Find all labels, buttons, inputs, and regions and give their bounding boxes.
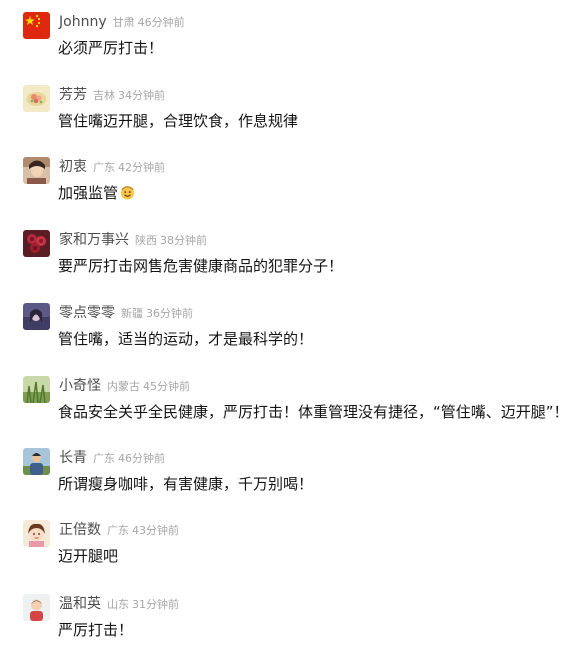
person-outdoor-avatar bbox=[23, 448, 50, 475]
comment-item: 长青 广东 46分钟前 所谓瘦身咖啡，有害健康，千万别喝！ bbox=[0, 448, 561, 508]
location: 新疆 bbox=[121, 307, 143, 320]
comment-meta: 小奇怪 内蒙古 45分钟前 bbox=[59, 376, 190, 394]
username[interactable]: 小奇怪 bbox=[59, 378, 101, 394]
comment-item: 小奇怪 内蒙古 45分钟前 食品安全关乎全民健康，严厉打击！体重管理没有捷径，“管住… bbox=[0, 376, 561, 436]
location: 广东 bbox=[107, 524, 129, 537]
smiling-face-icon bbox=[120, 186, 135, 200]
purple-portrait-avatar bbox=[23, 303, 50, 330]
comment-item: 初衷 广东 42分钟前 加强监管 bbox=[0, 157, 561, 217]
location: 陕西 bbox=[135, 234, 157, 247]
avatar[interactable] bbox=[23, 157, 50, 184]
comment-text: 加强监管 bbox=[58, 183, 135, 203]
timestamp: 31分钟前 bbox=[132, 598, 179, 611]
grass-avatar bbox=[23, 376, 50, 403]
username[interactable]: 长青 bbox=[59, 450, 87, 466]
comment-text: 要严厉打击网售危害健康商品的犯罪分子！ bbox=[58, 257, 344, 275]
cartoon-girl-avatar bbox=[23, 520, 50, 547]
avatar[interactable] bbox=[23, 12, 50, 39]
username[interactable]: 家和万事兴 bbox=[59, 232, 129, 248]
timestamp: 36分钟前 bbox=[146, 307, 193, 320]
username[interactable]: 芳芳 bbox=[59, 87, 87, 103]
comment-text: 管住嘴，适当的运动，才是最科学的！ bbox=[58, 330, 314, 348]
avatar[interactable] bbox=[23, 594, 50, 621]
location: 吉林 bbox=[93, 89, 115, 102]
portrait-avatar bbox=[23, 157, 50, 184]
timestamp: 45分钟前 bbox=[143, 380, 190, 393]
username[interactable]: Johnny bbox=[59, 14, 107, 30]
comment-text: 所谓瘦身咖啡，有害健康，千万别喝！ bbox=[58, 475, 314, 493]
comment-meta: Johnny 甘肃 46分钟前 bbox=[59, 12, 185, 30]
location: 内蒙古 bbox=[107, 380, 140, 393]
comment-meta: 芳芳 吉林 34分钟前 bbox=[59, 85, 165, 103]
comment-item: 温和英 山东 31分钟前 严厉打击！ bbox=[0, 594, 561, 654]
comment-item: 正倍数 广东 43分钟前 迈开腿吧 bbox=[0, 520, 561, 580]
comment-meta: 温和英 山东 31分钟前 bbox=[59, 594, 179, 612]
avatar[interactable] bbox=[23, 520, 50, 547]
comment-text: 迈开腿吧 bbox=[58, 547, 119, 565]
location: 山东 bbox=[107, 598, 129, 611]
child-avatar bbox=[23, 594, 50, 621]
comment-meta: 正倍数 广东 43分钟前 bbox=[59, 520, 179, 538]
comment-meta: 家和万事兴 陕西 38分钟前 bbox=[59, 230, 207, 248]
comment-list: Johnny 甘肃 46分钟前 必须严厉打击！ 芳芳 吉林 34分钟前 管住嘴迈开腿，合… bbox=[0, 0, 561, 639]
comment-item: 芳芳 吉林 34分钟前 管住嘴迈开腿，合理饮食，作息规律 bbox=[0, 85, 561, 145]
comment-meta: 初衷 广东 42分钟前 bbox=[59, 157, 165, 175]
comment-meta: 零点零零 新疆 36分钟前 bbox=[59, 303, 193, 321]
avatar[interactable] bbox=[23, 448, 50, 475]
comment-text: 食品安全关乎全民健康，严厉打击！体重管理没有捷径，“管住嘴、迈开腿”！ bbox=[58, 403, 561, 421]
china-flag-icon bbox=[23, 12, 50, 39]
location: 广东 bbox=[93, 452, 115, 465]
comment-text-content: 加强监管 bbox=[58, 184, 119, 202]
timestamp: 38分钟前 bbox=[160, 234, 207, 247]
comment-item: Johnny 甘肃 46分钟前 必须严厉打击！ bbox=[0, 12, 561, 72]
username[interactable]: 正倍数 bbox=[59, 522, 101, 538]
comment-item: 零点零零 新疆 36分钟前 管住嘴，适当的运动，才是最科学的！ bbox=[0, 303, 561, 363]
username[interactable]: 温和英 bbox=[59, 596, 101, 612]
location: 甘肃 bbox=[112, 16, 135, 29]
username[interactable]: 零点零零 bbox=[59, 305, 115, 321]
comment-text: 管住嘴迈开腿，合理饮食，作息规律 bbox=[58, 112, 299, 130]
timestamp: 46分钟前 bbox=[137, 16, 185, 29]
location: 广东 bbox=[93, 161, 115, 174]
username[interactable]: 初衷 bbox=[59, 159, 87, 175]
comment-meta: 长青 广东 46分钟前 bbox=[59, 448, 165, 466]
avatar[interactable] bbox=[23, 85, 50, 112]
roses-avatar bbox=[23, 230, 50, 257]
flower-avatar bbox=[23, 85, 50, 112]
timestamp: 34分钟前 bbox=[118, 89, 165, 102]
avatar[interactable] bbox=[23, 303, 50, 330]
comment-text: 必须严厉打击！ bbox=[58, 39, 164, 57]
timestamp: 43分钟前 bbox=[132, 524, 179, 537]
timestamp: 46分钟前 bbox=[118, 452, 165, 465]
comment-item: 家和万事兴 陕西 38分钟前 要严厉打击网售危害健康商品的犯罪分子！ bbox=[0, 230, 561, 290]
comment-text: 严厉打击！ bbox=[58, 621, 134, 639]
timestamp: 42分钟前 bbox=[118, 161, 165, 174]
avatar[interactable] bbox=[23, 376, 50, 403]
avatar[interactable] bbox=[23, 230, 50, 257]
